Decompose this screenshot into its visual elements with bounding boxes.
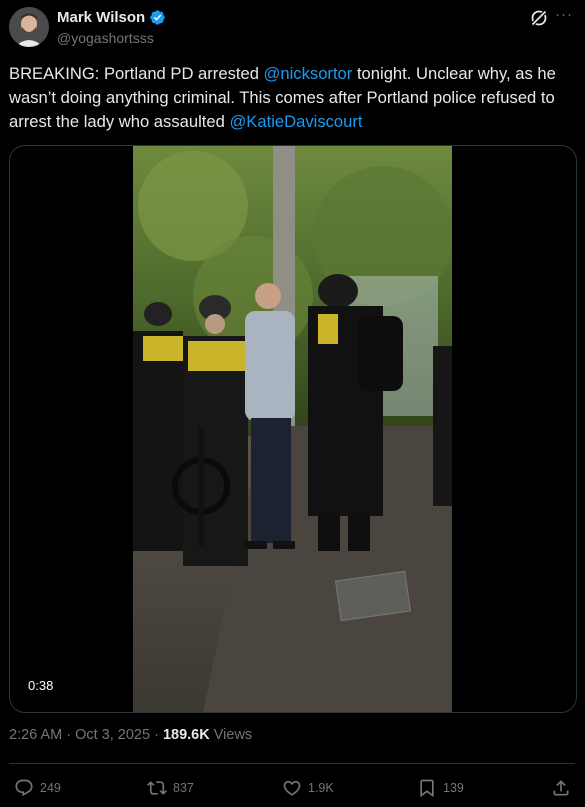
verified-badge-icon <box>150 10 165 25</box>
share-button[interactable] <box>551 778 571 798</box>
mention-link-2[interactable]: @KatieDaviscourt <box>229 112 362 131</box>
more-icon[interactable]: ··· <box>555 6 573 23</box>
share-icon <box>553 780 569 796</box>
reply-count: 249 <box>40 781 61 795</box>
like-count: 1.9K <box>308 781 334 795</box>
views-label: Views <box>209 727 253 743</box>
repost-count: 837 <box>173 781 194 795</box>
like-icon <box>283 780 301 796</box>
author-name-row[interactable]: Mark Wilson <box>57 9 166 26</box>
reply-icon <box>15 779 33 797</box>
video-duration: 0:38 <box>22 676 60 695</box>
bookmark-button[interactable]: 139 <box>417 778 464 798</box>
meta-separator: · <box>62 727 76 743</box>
tweet-text-part-1: BREAKING: Portland PD arrested <box>9 64 264 83</box>
tweet-time[interactable]: 2:26 AM <box>9 727 62 743</box>
views-count: 189.6K <box>162 727 210 743</box>
bookmark-count: 139 <box>443 781 464 795</box>
tweet-meta: 2:26 AM · Oct 3, 2025 · 189.6K Views <box>9 727 252 743</box>
bookmark-icon <box>420 779 434 798</box>
repost-icon <box>147 781 167 795</box>
video-thumbnail[interactable] <box>133 146 452 712</box>
tweet-date[interactable]: Oct 3, 2025 <box>75 727 150 743</box>
author-avatar[interactable] <box>9 7 49 47</box>
reply-button[interactable]: 249 <box>14 778 61 798</box>
divider <box>9 763 575 764</box>
author-handle[interactable]: @yogashortsss <box>57 30 154 46</box>
repost-button[interactable]: 837 <box>147 778 194 798</box>
like-button[interactable]: 1.9K <box>282 778 334 798</box>
tweet-text: BREAKING: Portland PD arrested @nicksort… <box>9 62 575 134</box>
video-player[interactable]: 0:38 <box>9 145 577 713</box>
author-name[interactable]: Mark Wilson <box>57 9 145 26</box>
mention-link-1[interactable]: @nicksortor <box>264 64 353 83</box>
meta-separator: · <box>150 727 163 743</box>
grok-icon[interactable] <box>529 8 549 28</box>
